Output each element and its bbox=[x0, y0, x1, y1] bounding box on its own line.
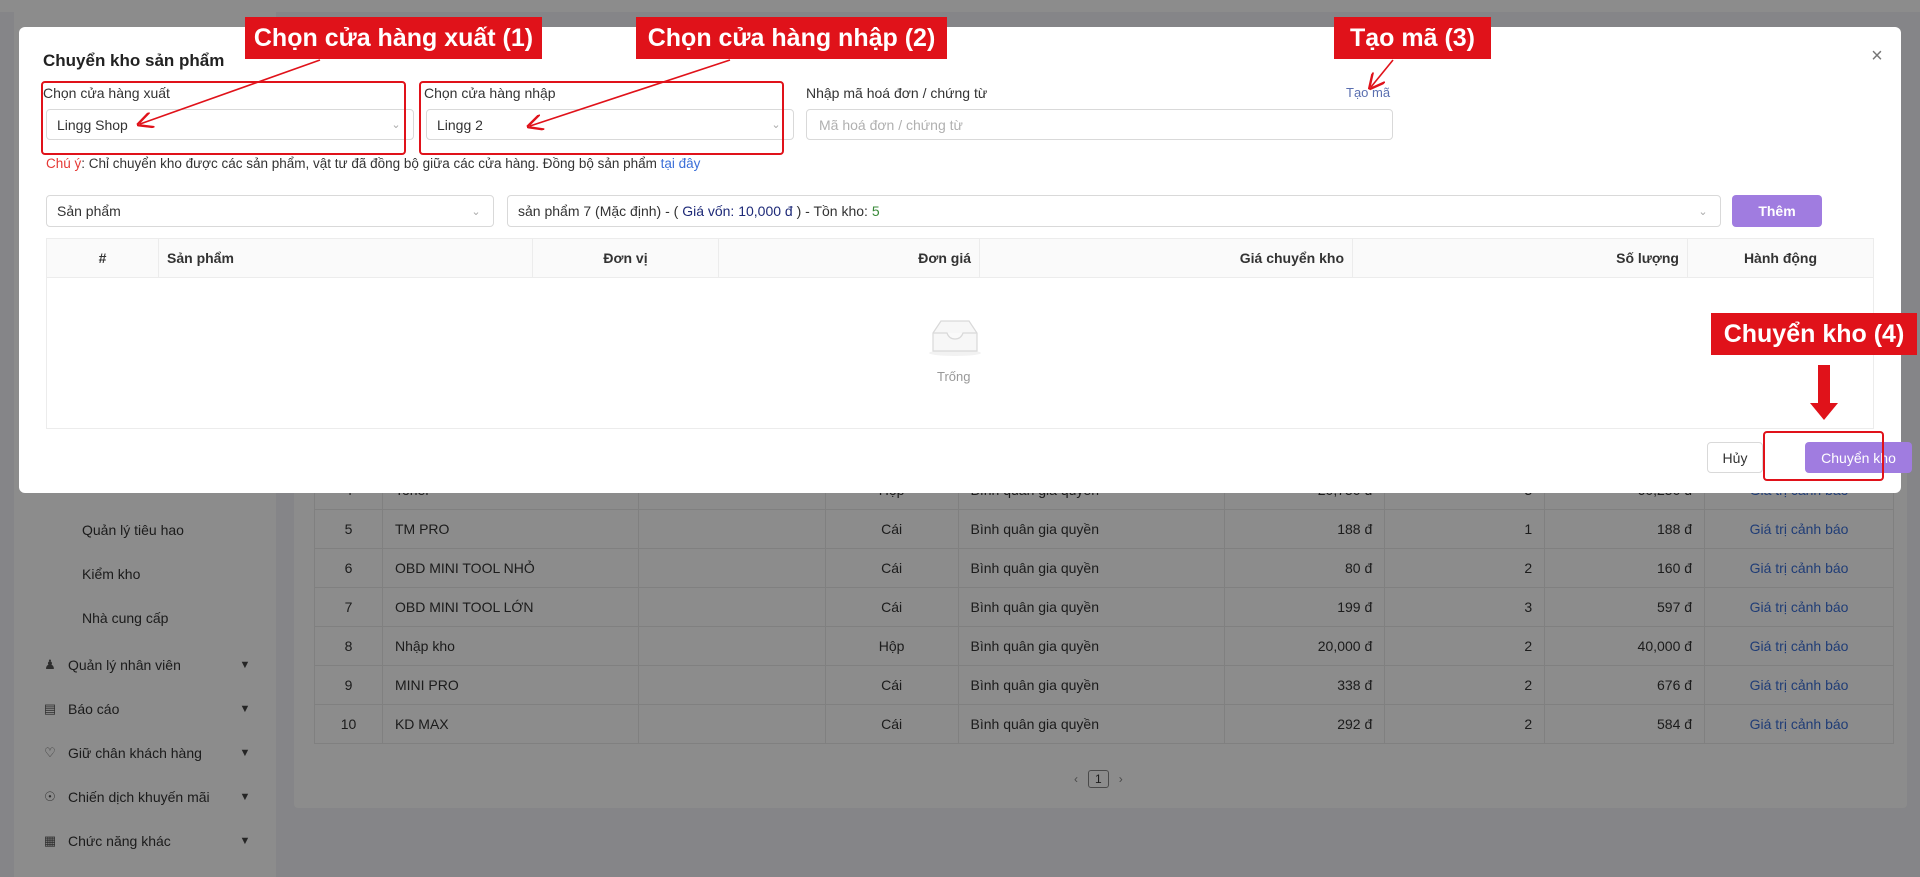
col-quantity: Số lượng bbox=[1353, 239, 1688, 277]
note-prefix: Chú ý bbox=[46, 156, 82, 171]
product-stock-label: ) - Tồn kho: bbox=[796, 203, 868, 219]
col-unit-price: Đơn giá bbox=[719, 239, 980, 277]
annotation-label-3: Tạo mã (3) bbox=[1334, 17, 1491, 59]
annotation-label-4: Chuyển kho (4) bbox=[1711, 313, 1917, 355]
chevron-down-icon: ⌄ bbox=[1698, 205, 1708, 218]
annotation-box-source-store bbox=[41, 81, 406, 155]
item-type-select[interactable]: Sản phẩm ⌄ bbox=[46, 195, 494, 227]
add-button[interactable]: Thêm bbox=[1732, 195, 1822, 227]
product-name: sản phẩm 7 (Mặc định) - ( bbox=[518, 203, 679, 219]
annotation-label-1: Chọn cửa hàng xuất (1) bbox=[245, 17, 542, 59]
invoice-code-input[interactable] bbox=[806, 109, 1393, 140]
note-text: : Chỉ chuyển kho được các sản phẩm, vật … bbox=[81, 156, 661, 171]
transfer-table-header: # Sản phẩm Đơn vị Đơn giá Giá chuyển kho… bbox=[46, 238, 1874, 278]
col-transfer-price: Giá chuyển kho bbox=[980, 239, 1353, 277]
invoice-label: Nhập mã hoá đơn / chứng từ bbox=[806, 85, 988, 101]
col-index: # bbox=[47, 239, 159, 277]
empty-text: Trống bbox=[937, 369, 971, 384]
cancel-button[interactable]: Hủy bbox=[1707, 442, 1763, 473]
close-icon[interactable]: × bbox=[1866, 45, 1888, 67]
chevron-down-icon: ⌄ bbox=[471, 205, 481, 218]
modal-title: Chuyển kho sản phẩm bbox=[43, 51, 225, 70]
col-actions: Hành động bbox=[1743, 250, 1818, 266]
annotation-label-2: Chọn cửa hàng nhập (2) bbox=[636, 17, 947, 59]
empty-box-icon bbox=[929, 320, 981, 356]
sync-link[interactable]: tại đây bbox=[661, 156, 701, 171]
product-stock: 5 bbox=[871, 203, 880, 219]
create-code-link[interactable]: Tạo mã bbox=[1346, 85, 1390, 100]
sync-note: Chú ý: Chỉ chuyển kho được các sản phẩm,… bbox=[46, 156, 700, 171]
product-cost: Giá vốn: 10,000 đ bbox=[682, 203, 793, 219]
col-unit: Đơn vị bbox=[533, 239, 719, 277]
annotation-box-transfer bbox=[1763, 431, 1884, 481]
annotation-box-target-store bbox=[419, 81, 784, 155]
col-product: Sản phẩm bbox=[159, 239, 533, 277]
product-select[interactable]: sản phẩm 7 (Mặc định) - ( Giá vốn: 10,00… bbox=[507, 195, 1721, 227]
